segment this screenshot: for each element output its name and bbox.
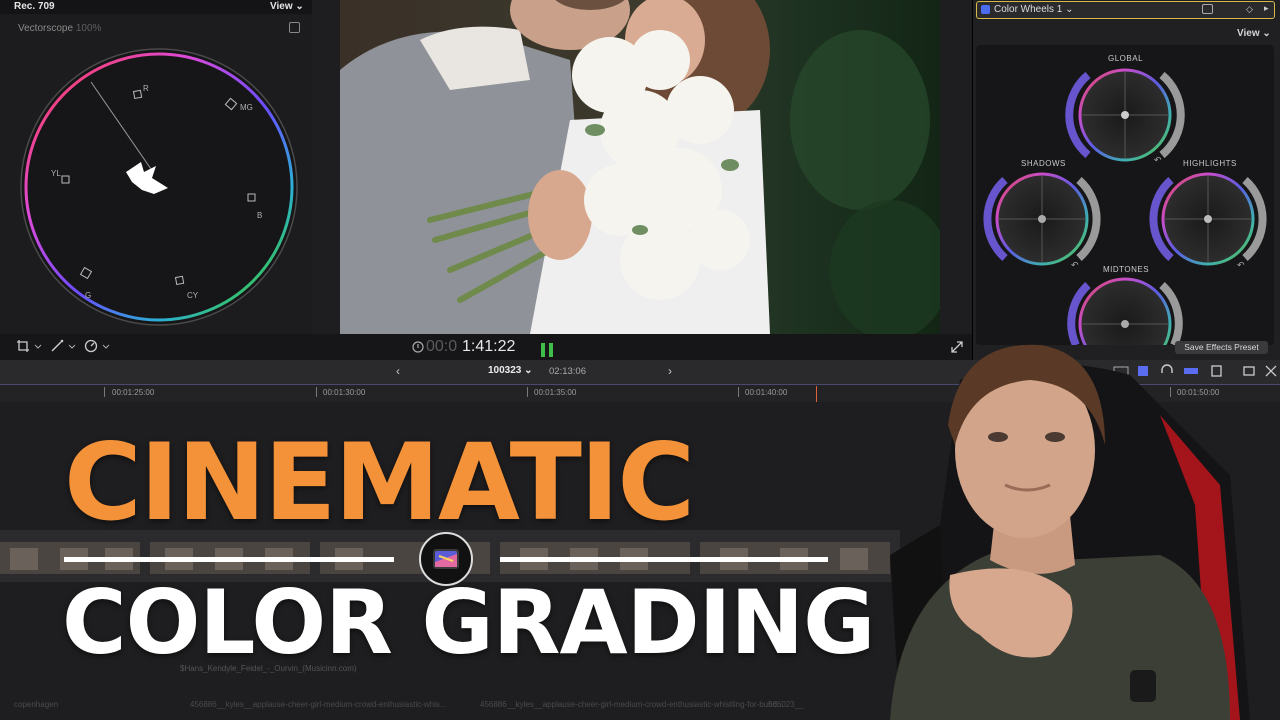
timeline-forward-icon[interactable]: › [668, 364, 672, 378]
keyframe-nav-icon[interactable]: ▸ [1264, 3, 1269, 14]
clip-label[interactable]: copenhagen [14, 700, 58, 709]
ruler-label: 00:01:35:00 [534, 388, 577, 397]
clip-label[interactable]: 456886__kyles__applause-cheer-girl-mediu… [190, 700, 447, 709]
inspector-view-menu[interactable]: View ⌄ [1237, 28, 1271, 39]
ruler-tick [527, 387, 528, 397]
thumbnail-title-line-1: CINEMATIC [64, 421, 695, 544]
scope-settings-icon[interactable] [289, 22, 300, 33]
effect-enable-checkbox[interactable] [981, 5, 990, 14]
color-wheels-graphic: ↶ ↶ ↶ [983, 68, 1267, 345]
ruler-tick [104, 387, 105, 397]
scope-standard-label: Rec. 709 [14, 1, 55, 12]
highlights-reset-icon[interactable]: ↶ [1237, 261, 1245, 271]
target-mg: MG [240, 103, 253, 112]
crop-icon[interactable] [16, 339, 44, 353]
keyframe-icon[interactable]: ◇ [1246, 4, 1253, 15]
target-cy: CY [187, 291, 199, 300]
viewer-frame-wedding-couple [340, 0, 940, 334]
shadows-color-wheel[interactable] [983, 172, 1101, 266]
mask-icon[interactable] [1202, 4, 1213, 14]
retime-speed-icon[interactable] [84, 339, 112, 353]
global-color-wheel[interactable] [1065, 68, 1185, 162]
scope-view-menu[interactable]: View ⌄ [270, 1, 304, 12]
timeline-back-icon[interactable]: ‹ [396, 364, 400, 378]
target-yl: YL [51, 169, 61, 178]
timecode-clock-icon [412, 341, 424, 353]
ruler-tick [738, 387, 739, 397]
project-name: 100323 [488, 365, 522, 376]
effect-name-menu[interactable]: Color Wheels 1 ⌄ [994, 4, 1074, 15]
target-r: R [143, 84, 149, 93]
clip-label[interactable]: 456886__kyles__applause-cheer-girl-mediu… [480, 700, 784, 709]
target-g: G [85, 291, 91, 300]
project-name-menu[interactable]: 100323 ⌄ [488, 365, 533, 376]
thumbnail-title-line-2: COLOR GRADING [62, 571, 875, 674]
ruler-label: 00:01:25:00 [112, 388, 155, 397]
vectorscope-graph: R MG B CY G YL [20, 48, 298, 326]
ruler-label: 00:01:30:00 [323, 388, 366, 397]
timecode-leading: 00:0 [426, 338, 458, 355]
project-duration: 02:13:06 [549, 366, 586, 377]
presenter-image [890, 344, 1250, 720]
wheel-label-shadows: SHADOWS [1021, 159, 1066, 168]
effect-name-label: Color Wheels 1 [994, 4, 1063, 15]
ruler-tick [316, 387, 317, 397]
timecode-display: 1:41:22 [462, 338, 516, 355]
wheel-label-midtones: MIDTONES [1103, 265, 1150, 274]
target-b: B [257, 211, 262, 220]
clip-label[interactable]: 566023__ [768, 700, 804, 709]
title-divider-right [500, 557, 828, 562]
title-divider-left [64, 557, 394, 562]
inspector-view-label: View [1237, 28, 1260, 39]
global-reset-icon[interactable]: ↶ [1154, 156, 1162, 166]
ruler-label: 00:01:40:00 [745, 388, 788, 397]
scope-type: Vectorscope [18, 23, 74, 34]
color-wheels-area: ↶ ↶ ↶ [976, 45, 1274, 345]
highlights-color-wheel[interactable] [1149, 172, 1267, 266]
wheel-label-global: GLOBAL [1108, 54, 1144, 63]
enhance-wand-icon[interactable] [50, 339, 78, 353]
scope-view-label: View [270, 1, 293, 12]
pause-icon[interactable] [541, 343, 557, 357]
wheel-label-highlights: HIGHLIGHTS [1183, 159, 1237, 168]
scope-name-label: Vectorscope 100% [18, 23, 101, 34]
shadows-reset-icon[interactable]: ↶ [1071, 261, 1079, 271]
scope-percent: 100% [75, 23, 102, 34]
